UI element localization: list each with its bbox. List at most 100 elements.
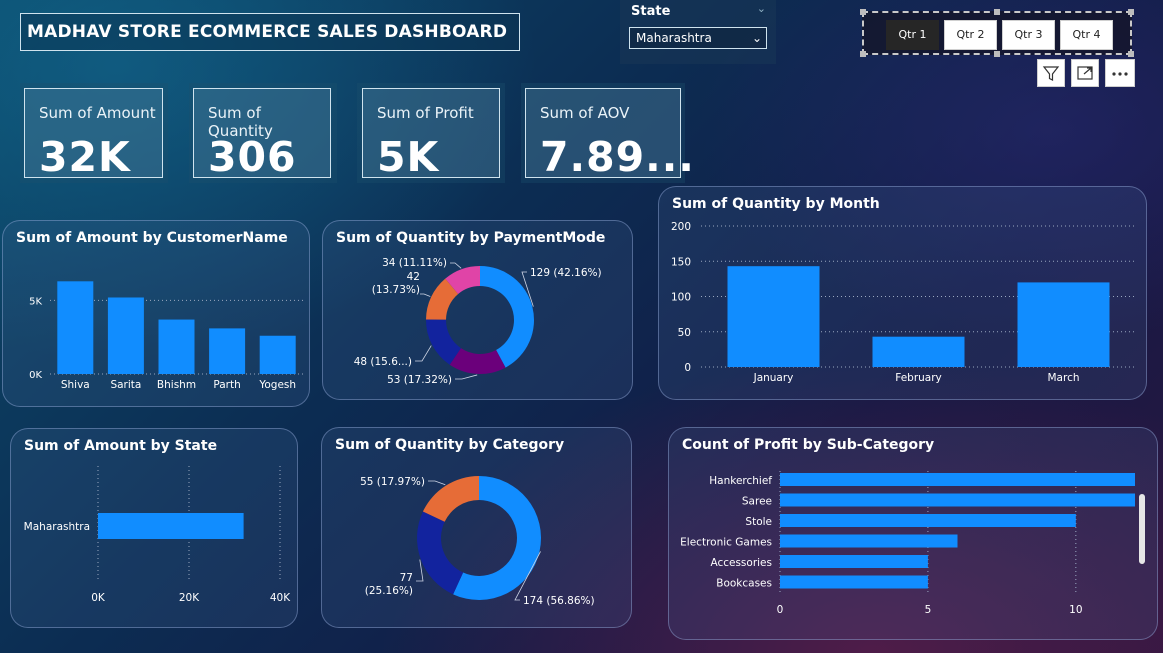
- bar: [1017, 282, 1110, 367]
- qtr-1-button[interactable]: Qtr 1: [886, 20, 939, 50]
- bar: [209, 328, 246, 374]
- bar: [259, 335, 296, 374]
- kpi-label: Sum of Profit: [377, 104, 474, 122]
- kpi-card-amount: Sum of Amount 32K: [24, 88, 163, 181]
- kpi-value: 306: [208, 133, 297, 181]
- x-tick-label: 40K: [270, 592, 291, 604]
- state-dropdown-value: Maharashtra: [636, 31, 712, 45]
- data-label: 53 (17.32%): [387, 374, 452, 386]
- data-label: 77: [400, 572, 413, 584]
- bar: [780, 555, 928, 568]
- qtr-4-button[interactable]: Qtr 4: [1060, 20, 1113, 50]
- data-label: 174 (56.86%): [523, 595, 595, 607]
- more-options-icon[interactable]: [1105, 59, 1135, 87]
- y-tick-label: 150: [671, 256, 691, 268]
- leader-line: [450, 262, 462, 269]
- state-slicer: State ⌄ Maharashtra ⌄: [620, 0, 776, 64]
- x-tick-label: Bhishm: [157, 379, 196, 391]
- y-tick-label: 200: [671, 221, 691, 233]
- chart-card-profit-by-subcategory[interactable]: Count of Profit by Sub-Category 0 5 10 Hank…: [668, 427, 1158, 640]
- y-tick-label: 5K: [29, 296, 42, 307]
- focus-mode-icon[interactable]: [1071, 59, 1099, 87]
- bar: [98, 513, 244, 539]
- bar: [872, 336, 965, 367]
- donut-slice: [480, 266, 534, 368]
- quarter-slicer: Qtr 1 Qtr 2 Qtr 3 Qtr 4: [860, 9, 1134, 57]
- donut-slice: [422, 476, 479, 522]
- kpi-value: 32K: [39, 133, 131, 181]
- qtr-3-button[interactable]: Qtr 3: [1002, 20, 1055, 50]
- x-tick-label: Shiva: [61, 379, 90, 391]
- leader-line: [428, 480, 446, 486]
- filter-icon[interactable]: [1037, 59, 1065, 87]
- chart-quantity-by-paymentmode: 129 (42.16%) 53 (17.32%) 48 (15.6...) 42(13…: [354, 257, 602, 386]
- data-label: 48 (15.6...): [354, 356, 412, 368]
- kpi-card-profit: Sum of Profit 5K: [362, 88, 500, 181]
- y-tick-label: Stole: [745, 516, 772, 528]
- leader-line: [415, 345, 432, 362]
- kpi-card-quantity: Sum of Quantity 306: [193, 88, 331, 181]
- chart-amount-by-customer: 0K 5K Shiva Sarita Bhishm Parth Yogesh: [29, 281, 303, 391]
- bar: [780, 575, 928, 589]
- scrollbar[interactable]: [1139, 494, 1145, 564]
- bar: [57, 281, 94, 374]
- kpi-value: 7.89...: [540, 133, 695, 181]
- x-tick-label: Yogesh: [258, 379, 296, 391]
- bar: [107, 297, 144, 374]
- x-tick-label: February: [895, 372, 942, 384]
- bar: [158, 319, 195, 374]
- chart-card-amount-by-customer[interactable]: Sum of Amount by CustomerName 0K 5K Shiva S…: [2, 220, 310, 407]
- leader-line: [455, 374, 478, 380]
- donut-slice: [417, 511, 464, 595]
- y-tick-label: Bookcases: [716, 578, 772, 590]
- chart-quantity-by-category: 174 (56.86%) 77(25.16%) 55 (17.97%): [360, 476, 595, 607]
- x-tick-label: 10: [1069, 604, 1082, 616]
- kpi-value: 5K: [377, 133, 440, 181]
- y-tick-label: 50: [678, 327, 691, 339]
- leader-line: [420, 293, 431, 297]
- chart-card-quantity-by-category[interactable]: Sum of Quantity by Category 174 (56.86%)…: [321, 427, 632, 628]
- y-tick-label: Maharashtra: [24, 521, 90, 533]
- chart-card-quantity-by-paymentmode[interactable]: Sum of Quantity by PaymentMode 129 (42.1…: [322, 220, 633, 400]
- chart-card-amount-by-state[interactable]: Sum of Amount by State 0K 20K 40K Maharasht…: [10, 428, 298, 628]
- slicer-collapse-icon[interactable]: ⌄: [757, 2, 766, 15]
- kpi-card-aov: Sum of AOV 7.89...: [525, 88, 694, 181]
- bar: [780, 534, 958, 548]
- qtr-2-button[interactable]: Qtr 2: [944, 20, 997, 50]
- y-tick-label: 0K: [29, 370, 42, 381]
- data-label: (13.73%): [372, 284, 420, 296]
- chevron-down-icon: ⌄: [751, 31, 762, 45]
- y-tick-label: Accessories: [710, 557, 772, 569]
- x-tick-label: March: [1047, 372, 1079, 384]
- chart-card-quantity-by-month[interactable]: Sum of Quantity by Month 0 50 100 150 200 Jan…: [658, 186, 1147, 400]
- data-label: 55 (17.97%): [360, 476, 425, 488]
- x-tick-label: 20K: [179, 592, 200, 604]
- y-tick-label: Electronic Games: [680, 537, 772, 549]
- data-label: 42: [407, 271, 420, 283]
- state-slicer-label: State: [631, 4, 671, 19]
- x-tick-label: January: [753, 372, 794, 384]
- dashboard-title: MADHAV STORE ECOMMERCE SALES DASHBOARD: [20, 13, 520, 51]
- bar: [780, 493, 1135, 507]
- x-tick-label: 0K: [91, 592, 106, 604]
- chart-quantity-by-month: 0 50 100 150 200 January February March: [671, 221, 1136, 384]
- x-tick-label: 5: [925, 604, 932, 616]
- y-tick-label: 0: [684, 362, 691, 374]
- data-label: 34 (11.11%): [382, 257, 447, 269]
- x-tick-label: Parth: [213, 379, 240, 391]
- bar: [727, 266, 820, 367]
- data-label: 129 (42.16%): [530, 267, 602, 279]
- state-dropdown[interactable]: Maharashtra ⌄: [629, 27, 767, 49]
- y-tick-label: 100: [671, 292, 691, 304]
- x-tick-label: Sarita: [110, 379, 141, 391]
- x-tick-label: 0: [777, 604, 784, 616]
- kpi-label: Sum of Amount: [39, 104, 156, 122]
- data-label: (25.16%): [365, 585, 413, 597]
- bar: [780, 473, 1135, 486]
- y-tick-label: Saree: [742, 496, 772, 508]
- leader-line: [416, 559, 424, 582]
- bar: [780, 514, 1076, 527]
- chart-amount-by-state: 0K 20K 40K Maharashtra: [24, 466, 291, 604]
- y-tick-label: Hankerchief: [709, 475, 772, 487]
- chart-profit-by-subcategory: 0 5 10 Hankerchief Saree Stole Electronic Game…: [680, 471, 1135, 616]
